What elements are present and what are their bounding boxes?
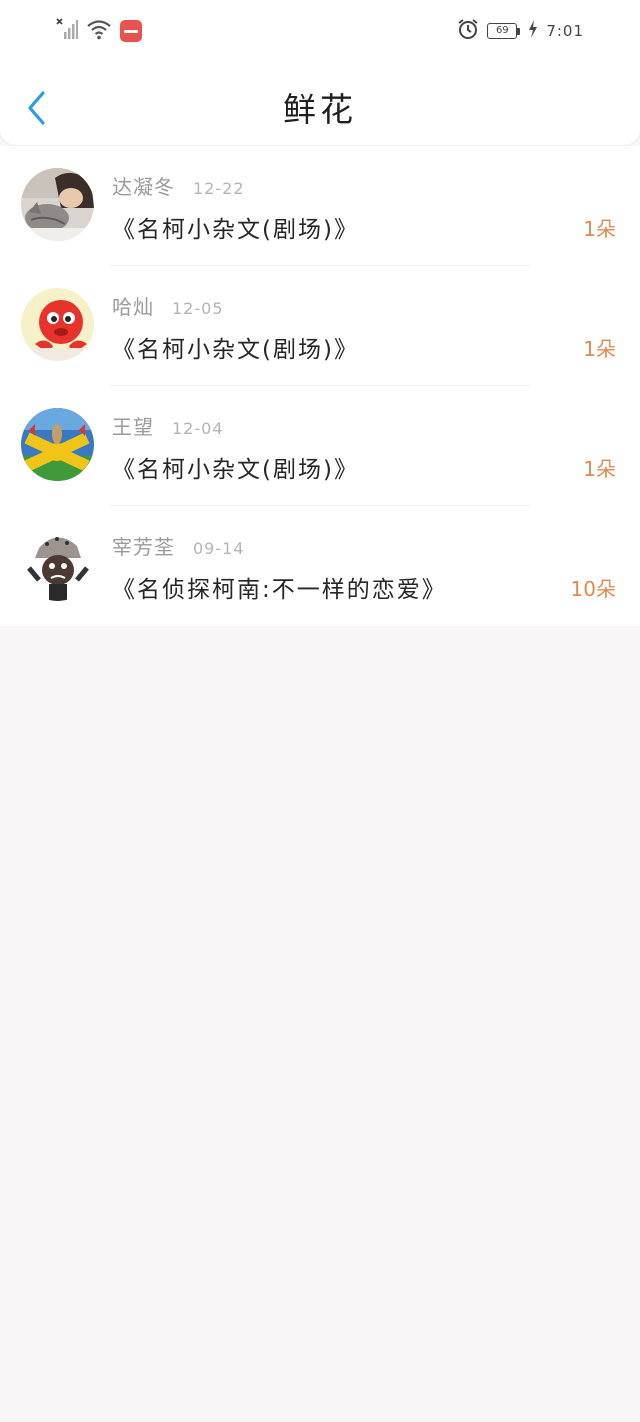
clock-time: 7:01 — [546, 22, 584, 40]
sent-date: 09-14 — [193, 539, 245, 558]
item-meta: 王望 12-04 — [112, 411, 224, 440]
list-item[interactable]: 达凝冬 12-22 《名柯小杂文(剧场)》 1朵 — [0, 146, 640, 266]
status-bar-right: 69 7:01 — [457, 19, 584, 43]
avatar[interactable] — [21, 528, 94, 601]
book-title: 《名侦探柯南:不一样的恋爱》 — [112, 577, 447, 603]
sent-date: 12-22 — [193, 179, 245, 198]
sent-date: 12-05 — [172, 299, 224, 318]
list-item[interactable]: 宰芳荃 09-14 《名侦探柯南:不一样的恋爱》 10朵 — [0, 506, 640, 626]
avatar[interactable] — [21, 168, 94, 241]
flower-count: 10朵 — [570, 577, 616, 601]
no-signal-icon — [56, 18, 78, 44]
sender-name: 宰芳荃 — [112, 535, 175, 559]
flower-count: 1朵 — [583, 457, 616, 481]
battery-icon: 69 — [487, 23, 521, 39]
charging-icon — [528, 20, 538, 42]
top-bar: 69 7:01 鲜花 — [0, 0, 640, 145]
avatar[interactable] — [21, 288, 94, 361]
sent-date: 12-04 — [172, 419, 224, 438]
sender-name: 哈灿 — [112, 295, 154, 319]
sender-name: 达凝冬 — [112, 175, 175, 199]
book-title: 《名柯小杂文(剧场)》 — [112, 217, 359, 243]
item-meta: 达凝冬 12-22 — [112, 171, 245, 200]
list-item[interactable]: 王望 12-04 《名柯小杂文(剧场)》 1朵 — [0, 386, 640, 506]
item-meta: 哈灿 12-05 — [112, 291, 224, 320]
alarm-icon — [457, 18, 479, 44]
status-bar-left — [56, 18, 142, 44]
page-title: 鲜花 — [283, 90, 357, 129]
flower-list: 达凝冬 12-22 《名柯小杂文(剧场)》 1朵 哈灿 12-05 《名柯小杂文… — [0, 146, 640, 626]
avatar[interactable] — [21, 408, 94, 481]
wifi-icon — [86, 18, 112, 44]
flower-count: 1朵 — [583, 217, 616, 241]
item-meta: 宰芳荃 09-14 — [112, 531, 245, 560]
book-title: 《名柯小杂文(剧场)》 — [112, 337, 359, 363]
sender-name: 王望 — [112, 415, 154, 439]
flower-count: 1朵 — [583, 337, 616, 361]
book-title: 《名柯小杂文(剧场)》 — [112, 457, 359, 483]
list-item[interactable]: 哈灿 12-05 《名柯小杂文(剧场)》 1朵 — [0, 266, 640, 386]
battery-level: 69 — [487, 23, 518, 39]
app-notification-icon — [120, 20, 142, 42]
